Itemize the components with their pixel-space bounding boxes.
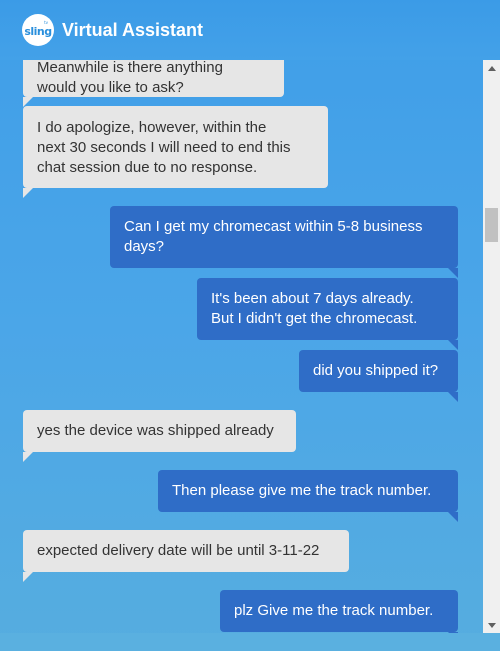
user-message: plz Give me the track number. (220, 590, 458, 642)
message-line: next 30 seconds I will need to end this (37, 139, 291, 156)
scrollbar[interactable] (483, 60, 500, 633)
message-line: Then please give me the track number. (172, 482, 432, 499)
message-line: did you shipped it? (313, 362, 439, 379)
bot-message: I do apologize, however, within the next… (23, 106, 328, 198)
bot-message: yes the device was shipped already (23, 410, 296, 462)
bottom-strip (0, 633, 500, 651)
user-message: Then please give me the track number. (158, 470, 458, 522)
chat-header: tv sling Virtual Assistant (0, 0, 500, 60)
message-line: expected delivery date will be until 3-1… (37, 542, 320, 559)
user-message: Can I get my chromecast within 5-8 busin… (110, 206, 458, 278)
user-message: did you shipped it? (299, 350, 458, 402)
message-line: It's been about 7 days already. (211, 290, 414, 307)
message-line: Can I get my chromecast within 5-8 busin… (124, 218, 423, 235)
bot-message: expected delivery date will be until 3-1… (23, 530, 349, 582)
scrollbar-thumb[interactable] (485, 208, 498, 242)
scroll-down-button[interactable] (483, 617, 500, 633)
message-line: Meanwhile is there anything (37, 59, 223, 76)
message-line: chat session due to no response. (37, 159, 258, 176)
sling-logo: tv sling (22, 14, 54, 46)
logo-text: sling (24, 25, 52, 38)
message-line: I do apologize, however, within the (37, 119, 267, 136)
chat-window: Meanwhile is there anything would you li… (0, 0, 500, 651)
header-title: Virtual Assistant (62, 19, 204, 40)
chevron-up-icon (487, 65, 496, 71)
message-line: But I didn't get the chromecast. (211, 310, 418, 327)
message-line: days? (124, 238, 165, 255)
user-message: It's been about 7 days already. But I di… (197, 278, 458, 350)
logo-tv-label: tv (44, 20, 48, 25)
scroll-up-button[interactable] (483, 60, 500, 76)
message-line: plz Give me the track number. (234, 602, 434, 619)
message-line: would you like to ask? (37, 79, 184, 96)
message-line: yes the device was shipped already (37, 422, 274, 439)
chevron-down-icon (487, 622, 496, 628)
message-list[interactable]: Meanwhile is there anything would you li… (0, 0, 500, 651)
